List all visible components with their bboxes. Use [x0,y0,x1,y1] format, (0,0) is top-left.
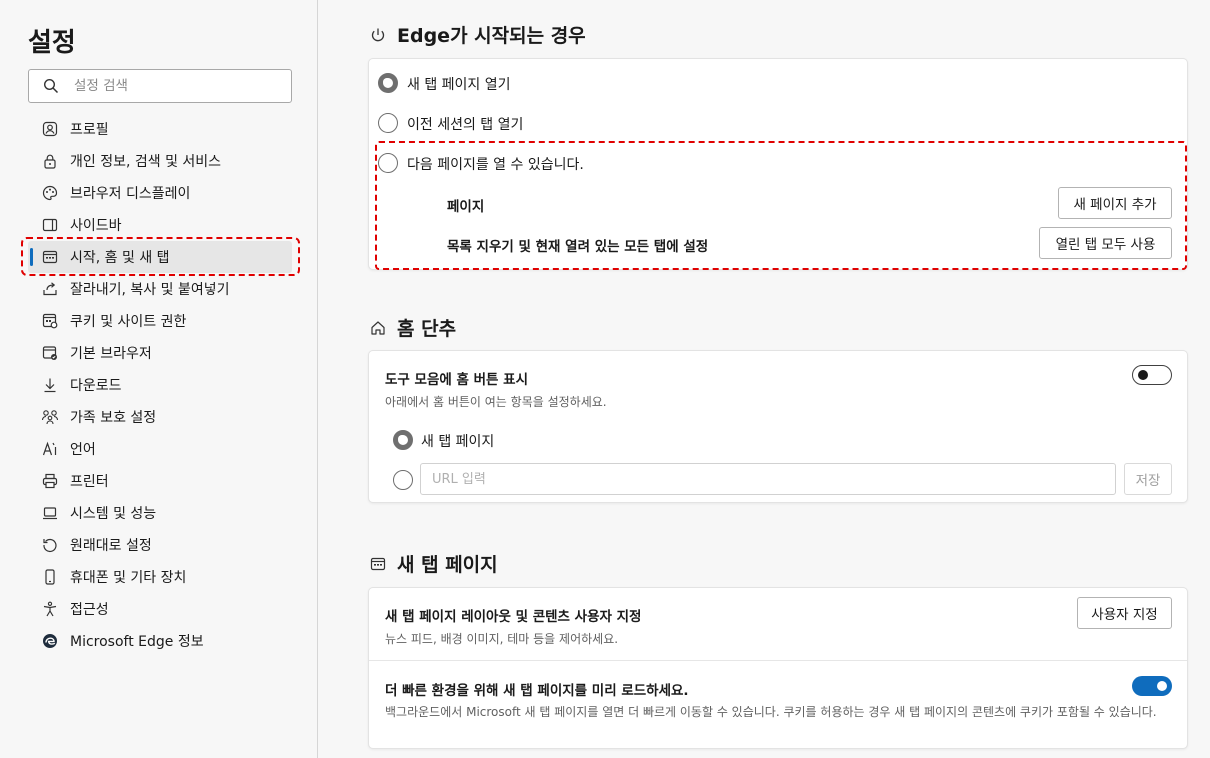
sidebar-item-default-browser[interactable]: 기본 브라우저 [28,337,292,369]
system-icon [41,504,59,522]
clear-list-label: 목록 지우기 및 현재 열려 있는 모든 탭에 설정 [447,239,709,255]
home-new-tab-label: 새 탭 페이지 [421,434,495,450]
sidebar-item-label: 잘라내기, 복사 및 붙여넣기 [70,282,230,298]
edge-logo-icon [41,632,59,650]
sidebar-item-label: 가족 보호 설정 [70,410,157,426]
show-home-button-label: 도구 모음에 홈 버튼 표시 [385,372,528,388]
palette-icon [41,184,59,202]
start-home-tab-icon [41,248,59,266]
home-card: 도구 모음에 홈 버튼 표시 아래에서 홈 버튼이 여는 항목을 설정하세요. … [368,350,1188,503]
sidebar-item-label: Microsoft Edge 정보 [70,634,204,650]
customize-newtab-desc: 뉴스 피드, 배경 이미지, 테마 등을 제어하세요. [385,632,619,646]
pages-label: 페이지 [447,199,485,215]
default-browser-icon [41,344,59,362]
sidebar-item-sidebar[interactable]: 사이드바 [28,209,292,241]
sidebar-item-label: 언어 [70,442,96,458]
sidebar-item-label: 접근성 [70,602,109,618]
preload-newtab-toggle[interactable] [1132,676,1172,696]
phone-icon [41,568,59,586]
add-new-page-button[interactable]: 새 페이지 추가 [1058,187,1172,219]
download-icon [41,376,59,394]
search-input[interactable] [74,78,274,94]
cookie-permissions-icon [41,312,59,330]
sidebar-item-label: 프린터 [70,474,109,490]
startup-title: Edge가 시작되는 경우 [397,25,586,47]
sidebar-item-label: 개인 정보, 검색 및 서비스 [70,154,222,170]
sidebar-item-label: 다운로드 [70,378,122,394]
newtab-title: 새 탭 페이지 [397,554,498,576]
printer-icon [41,472,59,490]
radio-open-new-tab[interactable] [378,73,398,93]
customize-button[interactable]: 사용자 지정 [1077,597,1172,629]
home-section-header: 홈 단추 [370,314,456,341]
sidebar-item-languages[interactable]: 언어 [28,433,292,465]
sidebar-item-privacy[interactable]: 개인 정보, 검색 및 서비스 [28,145,292,177]
search-box[interactable] [28,69,292,103]
sidebar-item-start-home-newtab[interactable]: 시작, 홈 및 새 탭 [28,241,292,273]
use-all-open-tabs-button[interactable]: 열린 탭 모두 사용 [1039,227,1172,259]
radio-home-url[interactable] [393,470,413,490]
settings-content: Edge가 시작되는 경우 새 탭 페이지 열기 이전 세션의 탭 열기 다음 … [319,0,1210,758]
sidebar-item-share-copy-paste[interactable]: 잘라내기, 복사 및 붙여넣기 [28,273,292,305]
sidebar-item-label: 프로필 [70,122,109,138]
accessibility-icon [41,600,59,618]
home-url-input[interactable] [420,463,1116,495]
preload-newtab-desc: 백그라운드에서 Microsoft 새 탭 페이지를 열면 더 빠르게 이동할 … [385,705,1157,719]
home-title: 홈 단추 [397,318,457,340]
startup-section-header: Edge가 시작되는 경우 [370,21,586,48]
sidebar-item-downloads[interactable]: 다운로드 [28,369,292,401]
sidebar-item-reset[interactable]: 원래대로 설정 [28,529,292,561]
lock-icon [41,152,59,170]
sidebar-item-label: 원래대로 설정 [70,538,152,554]
sidebar-item-phone-devices[interactable]: 휴대폰 및 기타 장치 [28,561,292,593]
option-specific-pages-label: 다음 페이지를 열 수 있습니다. [407,157,584,173]
sidebar-icon [41,216,59,234]
sidebar-item-cookies-permissions[interactable]: 쿠키 및 사이트 권한 [28,305,292,337]
radio-home-new-tab[interactable] [393,430,413,450]
sidebar-item-label: 휴대폰 및 기타 장치 [70,570,187,586]
option-continue-session-label: 이전 세션의 탭 열기 [407,117,524,133]
sidebar-item-label: 시스템 및 성능 [70,506,157,522]
sidebar-item-label: 쿠키 및 사이트 권한 [70,314,187,330]
option-open-new-tab-label: 새 탭 페이지 열기 [407,77,511,93]
startup-card: 새 탭 페이지 열기 이전 세션의 탭 열기 다음 페이지를 열 수 있습니다.… [368,58,1188,270]
show-home-button-desc: 아래에서 홈 버튼이 여는 항목을 설정하세요. [385,395,607,409]
reset-icon [41,536,59,554]
home-icon [370,320,386,336]
newtab-section-header: 새 탭 페이지 [370,550,498,577]
language-icon [41,440,59,458]
profile-icon [41,120,59,138]
sidebar-item-appearance[interactable]: 브라우저 디스플레이 [28,177,292,209]
sidebar-item-family[interactable]: 가족 보호 설정 [28,401,292,433]
sidebar-nav: 프로필 개인 정보, 검색 및 서비스 브라우저 디스플레이 사이드바 시작, … [28,113,292,657]
sidebar-item-label: 기본 브라우저 [70,346,152,362]
share-icon [41,280,59,298]
preload-newtab-label: 더 빠른 환경을 위해 새 탭 페이지를 미리 로드하세요. [385,683,689,699]
newtab-card: 새 탭 페이지 레이아웃 및 콘텐츠 사용자 지정 뉴스 피드, 배경 이미지,… [368,587,1188,749]
family-icon [41,408,59,426]
customize-newtab-label: 새 탭 페이지 레이아웃 및 콘텐츠 사용자 지정 [385,609,642,625]
sidebar-item-about-edge[interactable]: Microsoft Edge 정보 [28,625,292,657]
show-home-button-toggle[interactable] [1132,365,1172,385]
sidebar-item-printers[interactable]: 프린터 [28,465,292,497]
power-icon [370,27,386,43]
sidebar-title: 설정 [28,28,76,58]
settings-sidebar: 설정 프로필 개인 정보, 검색 및 서비스 브라우저 디스플레이 [0,0,318,758]
radio-open-specific-pages[interactable] [378,153,398,173]
radio-continue-session[interactable] [378,113,398,133]
sidebar-item-accessibility[interactable]: 접근성 [28,593,292,625]
sidebar-item-label: 시작, 홈 및 새 탭 [70,250,170,266]
sidebar-item-label: 브라우저 디스플레이 [70,186,191,202]
save-url-button[interactable]: 저장 [1124,463,1172,495]
search-icon [43,78,59,94]
new-tab-page-icon [370,556,386,572]
row-divider [369,660,1187,661]
sidebar-item-system[interactable]: 시스템 및 성능 [28,497,292,529]
sidebar-item-profile[interactable]: 프로필 [28,113,292,145]
sidebar-item-label: 사이드바 [70,218,122,234]
